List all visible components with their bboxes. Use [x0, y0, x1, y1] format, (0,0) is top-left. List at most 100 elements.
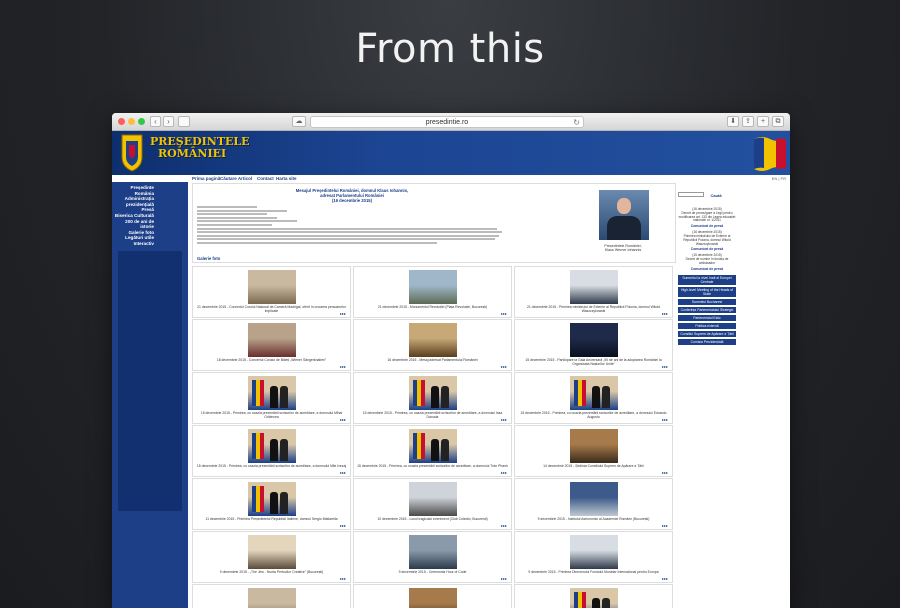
download-icon[interactable]: ⬇	[727, 116, 739, 127]
more-arrows-icon[interactable]: ▸▸▸	[662, 364, 668, 369]
gallery-item[interactable]: 14 decembrie 2015 - Ședința Consiliului …	[514, 425, 673, 477]
back-button[interactable]: ‹	[150, 116, 161, 127]
gallery-item[interactable]: 9 decembrie 2015 - „The Jew - Nunta Perf…	[192, 531, 351, 583]
more-arrows-icon[interactable]: ▸▸▸	[501, 523, 507, 528]
maximize-window-button[interactable]	[138, 118, 145, 125]
gallery-thumbnail[interactable]	[247, 270, 296, 304]
more-arrows-icon[interactable]: ▸▸▸	[340, 364, 346, 369]
gallery-item[interactable]	[192, 584, 351, 608]
gallery-item[interactable]: 15 decembrie 2015 - Primirea, cu ocazia …	[192, 425, 351, 477]
language-switcher[interactable]: EN | FR	[772, 176, 786, 181]
more-arrows-icon[interactable]: ▸▸▸	[662, 470, 668, 475]
site-title[interactable]: PREŞEDINTELE ROMÂNIEI	[150, 136, 250, 160]
more-arrows-icon[interactable]: ▸▸▸	[340, 417, 346, 422]
more-arrows-icon[interactable]: ▸▸▸	[340, 576, 346, 581]
gallery-thumbnail[interactable]	[247, 482, 296, 516]
more-arrows-icon[interactable]: ▸▸▸	[662, 523, 668, 528]
gallery-item[interactable]: 9 decembrie 2015 - Institutul Astronomic…	[514, 478, 673, 530]
gallery-thumbnail[interactable]	[569, 535, 618, 569]
left-nav-item-administration[interactable]: Administrația prezidențială	[112, 196, 188, 207]
gallery-item[interactable]: 21 decembrie 2015 - Primirea ministrului…	[514, 266, 673, 318]
nav-search-link[interactable]: Căutare Articol	[220, 176, 252, 181]
gallery-thumbnail[interactable]	[408, 270, 457, 304]
gallery-caption: 14 decembrie 2015 - Ședința Consiliului …	[543, 464, 644, 468]
gallery-thumbnail[interactable]	[247, 429, 296, 463]
minimize-window-button[interactable]	[128, 118, 135, 125]
gallery-item[interactable]: 15 decembrie 2015 - Primirea, cu ocazia …	[514, 372, 673, 424]
featured-message-title[interactable]: Mesajul Președintelui României, domnul K…	[197, 188, 507, 203]
gallery-thumbnail[interactable]	[569, 482, 618, 516]
tabs-overview-icon[interactable]: ⧉	[772, 116, 784, 127]
reload-icon[interactable]: ↻	[573, 117, 580, 128]
more-arrows-icon[interactable]: ▸▸▸	[340, 470, 346, 475]
sidebar-toggle-button[interactable]	[178, 116, 190, 127]
gallery-item[interactable]: 9 decembrie 2015 - Ceremonia Hour of Cod…	[353, 531, 512, 583]
cloud-icon[interactable]: ☁	[292, 116, 306, 127]
search-button[interactable]: Caută	[710, 193, 721, 198]
featured-link-button[interactable]: Summitul Bucharest	[678, 298, 736, 305]
nav-contact-link[interactable]: Contact	[257, 176, 274, 181]
url-text: presedintie.ro	[425, 119, 469, 126]
featured-link-button[interactable]: Politica externă	[678, 322, 736, 329]
gallery-item[interactable]: 21 decembrie 2015 - Concertul Corului Na…	[192, 266, 351, 318]
gallery-thumbnail[interactable]	[569, 376, 618, 410]
nav-home-link[interactable]: Prima pagină	[192, 176, 220, 181]
gallery-item[interactable]: 15 decembrie 2015 - Primirea, cu ocazia …	[353, 372, 512, 424]
gallery-item[interactable]: 15 decembrie 2015 - Primirea, cu ocazia …	[192, 372, 351, 424]
gallery-item[interactable]	[514, 584, 673, 608]
more-arrows-icon[interactable]: ▸▸▸	[340, 523, 346, 528]
gallery-item[interactable]: 16 decembrie 2015 - Mesaj adresat Parlam…	[353, 319, 512, 371]
more-arrows-icon[interactable]: ▸▸▸	[501, 311, 507, 316]
gallery-item[interactable]: 9 decembrie 2015 - Primirea Directorului…	[514, 531, 673, 583]
featured-link-button[interactable]: Summitul la nivel înalt al Europei Centr…	[678, 274, 736, 285]
gallery-thumbnail[interactable]	[569, 323, 618, 357]
news-link[interactable]: Comunicat de presă	[678, 247, 736, 251]
more-arrows-icon[interactable]: ▸▸▸	[501, 417, 507, 422]
featured-link-button[interactable]: Parteneriatul Estic	[678, 314, 736, 321]
gallery-thumbnail[interactable]	[408, 588, 457, 608]
more-arrows-icon[interactable]: ▸▸▸	[501, 470, 507, 475]
gallery-thumbnail[interactable]	[408, 376, 457, 410]
gallery-thumbnail[interactable]	[408, 535, 457, 569]
gallery-item[interactable]: 18 decembrie 2015 - Concertul Corului de…	[192, 319, 351, 371]
featured-link-button[interactable]: Consiliul Suprem de Apărare a Țării	[678, 330, 736, 337]
forward-button[interactable]: ›	[163, 116, 174, 127]
new-tab-button[interactable]: +	[757, 116, 769, 127]
gallery-item[interactable]: 11 decembrie 2015 - Primirea Președintel…	[192, 478, 351, 530]
left-nav-panel	[118, 250, 182, 511]
gallery-thumbnail[interactable]	[247, 588, 296, 608]
gallery-thumbnail[interactable]	[408, 482, 457, 516]
gallery-thumbnail[interactable]	[247, 323, 296, 357]
gallery-item[interactable]: 15 decembrie 2015 - Participare la Gala …	[514, 319, 673, 371]
more-arrows-icon[interactable]: ▸▸▸	[662, 311, 668, 316]
gallery-thumbnail[interactable]	[408, 429, 457, 463]
more-arrows-icon[interactable]: ▸▸▸	[662, 417, 668, 422]
gallery-item[interactable]	[353, 584, 512, 608]
gallery-item[interactable]: 21 decembrie 2015 - Monumentul Revoluție…	[353, 266, 512, 318]
gallery-thumbnail[interactable]	[247, 376, 296, 410]
gallery-link[interactable]: Galerie foto	[197, 256, 220, 261]
address-bar[interactable]: presedintie.ro ↻	[310, 116, 584, 128]
news-link[interactable]: Comunicat de presă	[678, 224, 736, 228]
news-link[interactable]: Comunicat de presă	[678, 267, 736, 271]
featured-link-button[interactable]: Comisia Prezidențială	[678, 338, 736, 345]
gallery-thumbnail[interactable]	[569, 429, 618, 463]
featured-link-button[interactable]: High-level Meeting of the Heads of State	[678, 286, 736, 297]
gallery-item[interactable]: 10 decembrie 2015 - Locul tragicului eve…	[353, 478, 512, 530]
left-nav-item-interactive[interactable]: Interactiv	[112, 241, 188, 247]
gallery-thumbnail[interactable]	[408, 323, 457, 357]
gallery-item[interactable]: 15 decembrie 2015 - Primirea, cu ocazia …	[353, 425, 512, 477]
nav-sitemap-link[interactable]: Harta site	[276, 176, 297, 181]
more-arrows-icon[interactable]: ▸▸▸	[501, 576, 507, 581]
gallery-thumbnail[interactable]	[247, 535, 296, 569]
share-icon[interactable]: ⇪	[742, 116, 754, 127]
more-arrows-icon[interactable]: ▸▸▸	[662, 576, 668, 581]
featured-link-button[interactable]: Conferința Parteneriatului Strategic	[678, 306, 736, 313]
more-arrows-icon[interactable]: ▸▸▸	[340, 311, 346, 316]
gallery-thumbnail[interactable]	[569, 588, 618, 608]
search-input[interactable]	[678, 192, 704, 197]
close-window-button[interactable]	[118, 118, 125, 125]
gallery-thumbnail[interactable]	[569, 270, 618, 304]
left-nav-item-history[interactable]: 200 de ani de istorie	[112, 219, 188, 230]
more-arrows-icon[interactable]: ▸▸▸	[501, 364, 507, 369]
